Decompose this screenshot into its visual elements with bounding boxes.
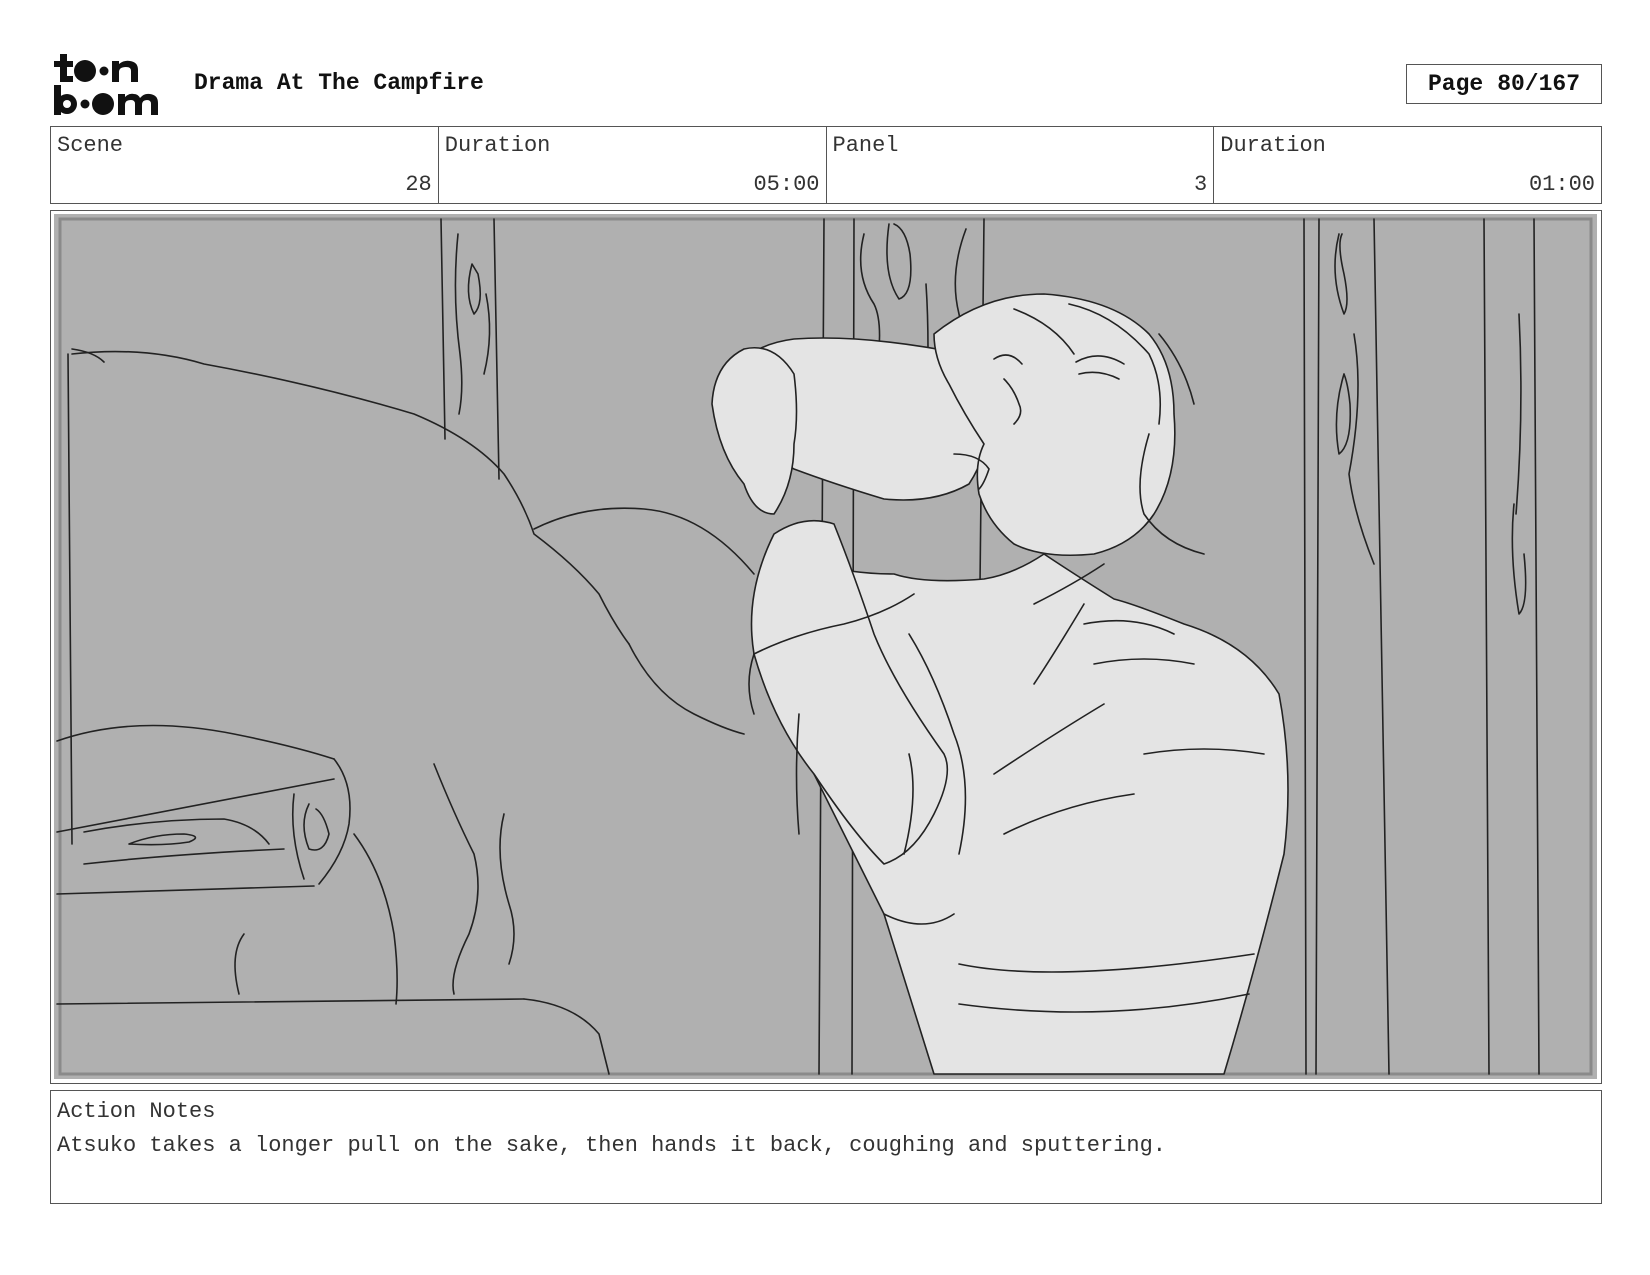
panel-duration-label: Duration [1220,133,1326,158]
scene-cell: Scene 28 [51,127,439,203]
scene-duration-cell: Duration 05:00 [439,127,827,203]
page-value: 80/167 [1497,71,1581,97]
page-indicator: Page 80/167 [1406,64,1602,104]
page-label: Page [1427,71,1484,97]
panel-info-row: Scene 28 Duration 05:00 Panel 3 Duration… [50,126,1602,204]
toon-boom-logo [54,54,158,115]
action-notes-text: Atsuko takes a longer pull on the sake, … [57,1133,1166,1158]
storyboard-panel [50,210,1602,1084]
scene-duration-value: 05:00 [753,172,820,197]
panel-label: Panel [832,133,899,158]
panel-duration-value: 01:00 [1528,172,1595,197]
panel-value: 3 [1194,172,1208,197]
panel-duration-cell: Duration 01:00 [1214,127,1601,203]
panel-sketch [54,214,1597,1079]
action-notes: Action Notes Atsuko takes a longer pull … [50,1090,1602,1204]
scene-duration-label: Duration [444,133,551,158]
scene-label: Scene [57,133,124,158]
scene-value: 28 [405,172,432,197]
action-notes-label: Action Notes [57,1099,216,1124]
storyboard-title: Drama At The Campfire [194,70,484,96]
panel-cell: Panel 3 [827,127,1215,203]
